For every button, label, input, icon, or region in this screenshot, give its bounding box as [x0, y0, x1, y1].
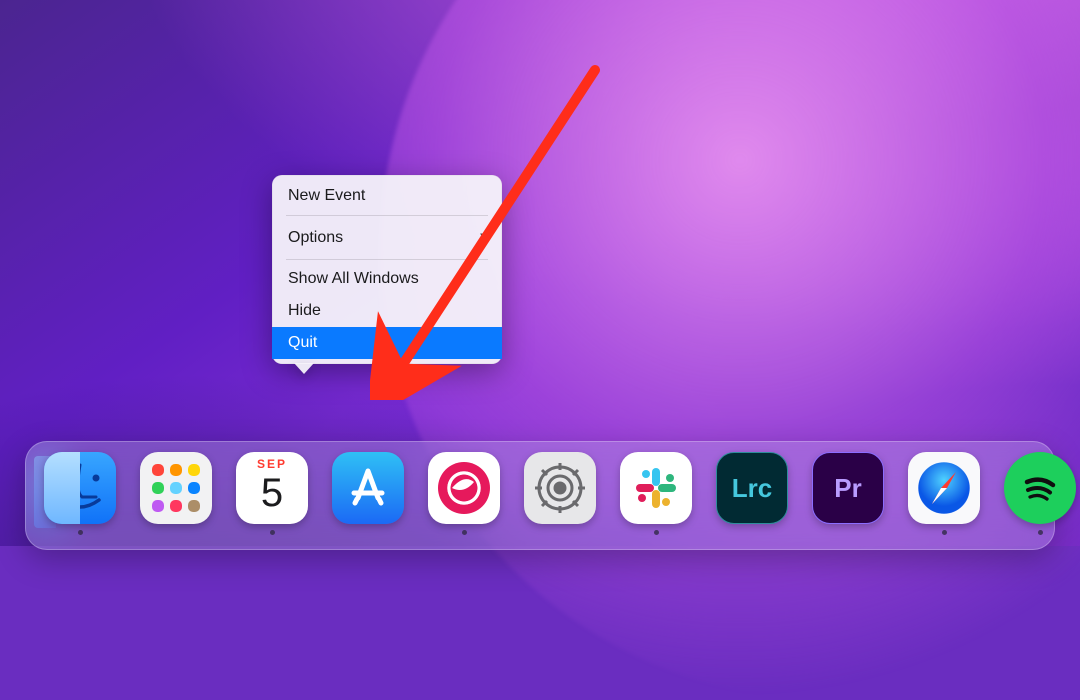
adobe-label: Lrc	[732, 473, 772, 504]
menu-item-label: Quit	[288, 334, 317, 352]
chevron-right-icon: ›	[479, 226, 486, 249]
dock-item-lightroom-classic[interactable]: Lrc	[716, 452, 788, 535]
dock: SEP 5	[25, 441, 1055, 550]
app-store-icon	[332, 452, 404, 524]
menu-item-label: New Event	[288, 187, 365, 205]
calendar-day-label: 5	[236, 467, 308, 520]
menu-item-hide[interactable]: Hide	[272, 295, 502, 327]
dock-item-skitch[interactable]	[428, 452, 500, 535]
dock-item-calendar[interactable]: SEP 5	[236, 452, 308, 535]
dock-item-premiere-pro[interactable]: Pr	[812, 452, 884, 535]
slack-icon	[620, 452, 692, 524]
dock-item-slack[interactable]	[620, 452, 692, 535]
running-indicator	[1038, 530, 1043, 535]
dock-item-system-settings[interactable]	[524, 452, 596, 535]
dock-item-app-store[interactable]	[332, 452, 404, 535]
lightroom-classic-icon: Lrc	[716, 452, 788, 524]
dock-item-finder[interactable]	[44, 452, 116, 535]
menu-item-label: Options	[288, 229, 343, 247]
dock-item-safari[interactable]	[908, 452, 980, 535]
running-indicator	[270, 530, 275, 535]
premiere-pro-icon: Pr	[812, 452, 884, 524]
menu-item-label: Hide	[288, 302, 321, 320]
gear-icon	[524, 452, 596, 524]
dock-context-menu: New Event Options › Show All Windows Hid…	[272, 175, 502, 364]
calendar-icon: SEP 5	[236, 452, 308, 524]
menu-item-options[interactable]: Options ›	[272, 219, 502, 256]
menu-separator	[286, 259, 488, 260]
menu-separator	[286, 215, 488, 216]
running-indicator	[78, 530, 83, 535]
menu-item-quit[interactable]: Quit	[272, 327, 502, 359]
menu-item-show-all-windows[interactable]: Show All Windows	[272, 263, 502, 295]
dock-item-launchpad[interactable]	[140, 452, 212, 535]
spotify-icon	[1004, 452, 1076, 524]
running-indicator	[462, 530, 467, 535]
menu-pointer	[294, 363, 314, 374]
menu-item-label: Show All Windows	[288, 270, 419, 288]
running-indicator	[942, 530, 947, 535]
launchpad-icon	[140, 452, 212, 524]
skitch-icon	[428, 452, 500, 524]
safari-icon	[908, 452, 980, 524]
finder-icon	[44, 452, 116, 524]
dock-item-spotify[interactable]	[1004, 452, 1076, 535]
adobe-label: Pr	[834, 473, 861, 504]
running-indicator	[654, 530, 659, 535]
menu-item-new-event[interactable]: New Event	[272, 180, 502, 212]
